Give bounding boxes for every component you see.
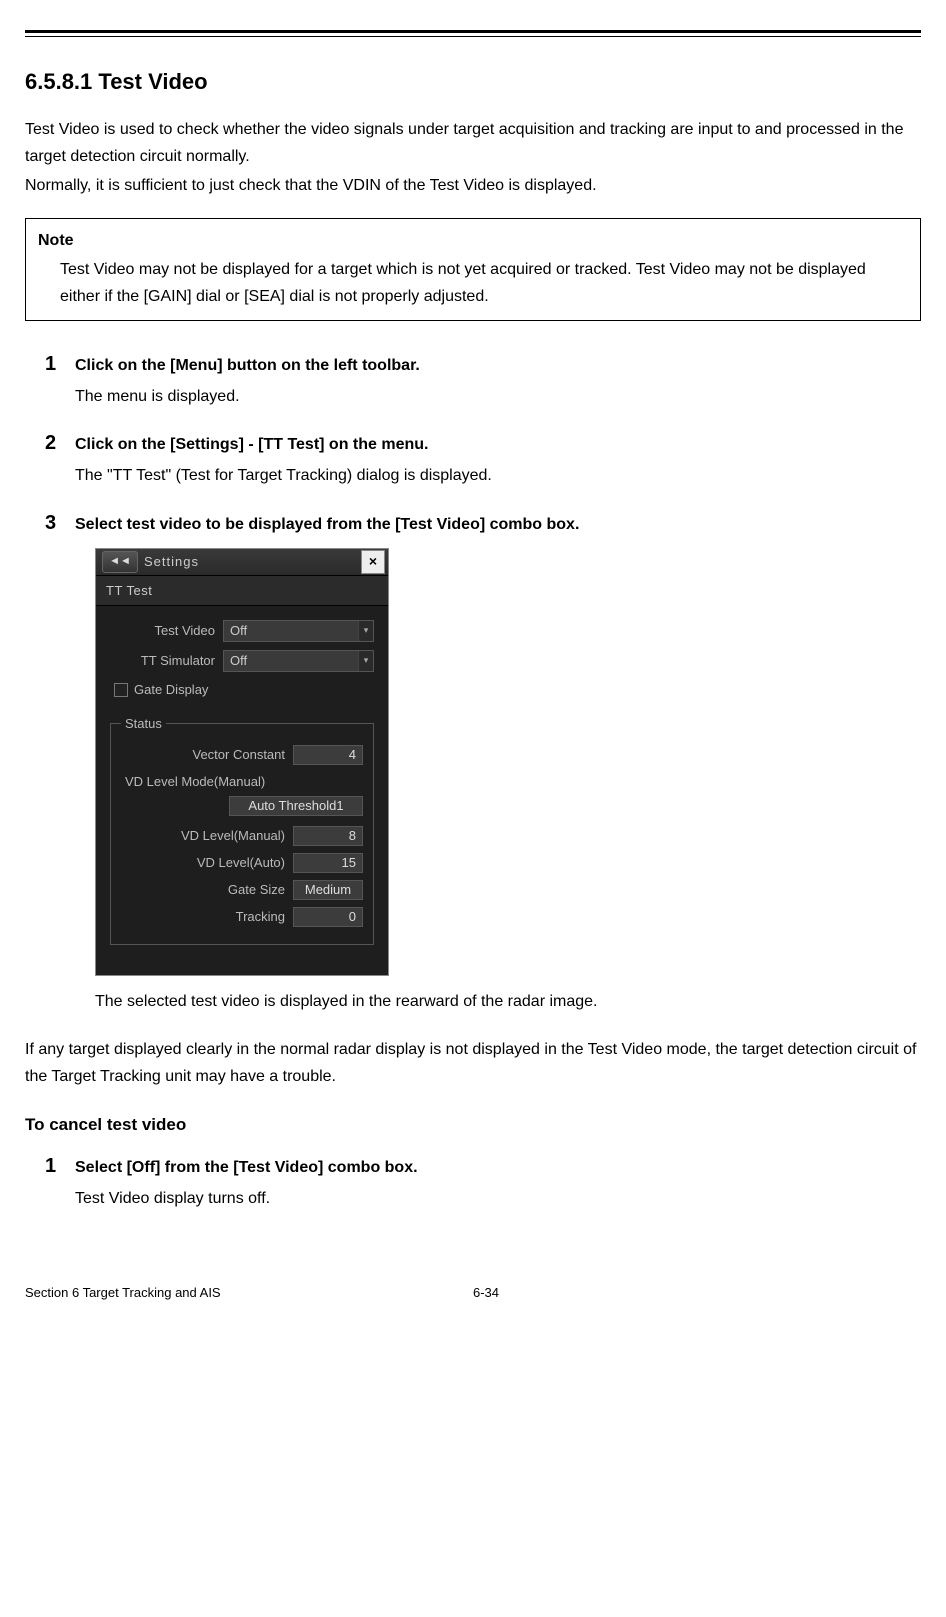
tt-simulator-label: TT Simulator	[110, 651, 223, 671]
gate-display-row: Gate Display	[114, 680, 374, 700]
status-group: Status Vector Constant 4 VD Level Mode(M…	[110, 714, 374, 945]
test-video-value: Off	[230, 621, 247, 641]
test-video-label: Test Video	[110, 621, 223, 641]
vd-level-auto-label: VD Level(Auto)	[121, 853, 293, 873]
vd-level-manual-label: VD Level(Manual)	[121, 826, 293, 846]
vector-constant-value: 4	[293, 745, 363, 765]
vd-level-auto-value: 15	[293, 853, 363, 873]
vd-level-manual-value: 8	[293, 826, 363, 846]
footer-page-number: 6-34	[473, 1283, 499, 1303]
intro-paragraph-2: Normally, it is sufficient to just check…	[25, 172, 921, 199]
vd-level-mode-value: Auto Threshold1	[229, 796, 363, 816]
gate-display-label: Gate Display	[134, 680, 208, 700]
step-title: Click on the [Settings] - [TT Test] on t…	[75, 433, 428, 457]
vector-constant-row: Vector Constant 4	[121, 745, 363, 765]
tt-simulator-row: TT Simulator Off ▾	[110, 650, 374, 672]
dialog-titlebar: ◄◄ Settings ×	[96, 549, 388, 576]
vd-level-manual-row: VD Level(Manual) 8	[121, 826, 363, 846]
step-number: 1	[45, 1151, 75, 1181]
chevron-down-icon: ▾	[358, 651, 373, 671]
step-title: Click on the [Menu] button on the left t…	[75, 354, 420, 378]
dialog-body: Test Video Off ▾ TT Simulator Off ▾	[96, 606, 388, 975]
gate-display-checkbox[interactable]	[114, 683, 128, 697]
step-2: 2 Click on the [Settings] - [TT Test] on…	[45, 428, 921, 489]
note-title: Note	[38, 227, 908, 254]
step-1: 1 Click on the [Menu] button on the left…	[45, 349, 921, 410]
test-video-combo[interactable]: Off ▾	[223, 620, 374, 642]
tracking-value: 0	[293, 907, 363, 927]
step-3-result: The selected test video is displayed in …	[95, 990, 921, 1014]
gate-size-label: Gate Size	[121, 880, 293, 900]
chevron-down-icon: ▾	[358, 621, 373, 641]
procedure-steps: 1 Click on the [Menu] button on the left…	[45, 349, 921, 1013]
step-number: 1	[45, 349, 75, 379]
step-number: 2	[45, 428, 75, 458]
step-title: Select [Off] from the [Test Video] combo…	[75, 1156, 418, 1180]
dialog-subtitle: TT Test	[96, 576, 388, 607]
footer-section: Section 6 Target Tracking and AIS	[25, 1283, 473, 1303]
gate-size-value: Medium	[293, 880, 363, 900]
tt-simulator-combo[interactable]: Off ▾	[223, 650, 374, 672]
cancel-steps: 1 Select [Off] from the [Test Video] com…	[45, 1151, 921, 1212]
section-heading: 6.5.8.1 Test Video	[25, 65, 921, 98]
vector-constant-label: Vector Constant	[121, 745, 293, 765]
intro-paragraph-1: Test Video is used to check whether the …	[25, 116, 921, 170]
page-top-rule	[25, 30, 921, 37]
tracking-row: Tracking 0	[121, 907, 363, 927]
page-footer: Section 6 Target Tracking and AIS 6-34	[25, 1283, 921, 1303]
status-legend: Status	[121, 714, 166, 734]
settings-dialog: ◄◄ Settings × TT Test Test Video Off ▾	[96, 549, 388, 975]
dialog-title: Settings	[144, 552, 361, 572]
trouble-paragraph: If any target displayed clearly in the n…	[25, 1036, 921, 1090]
step-body: The menu is displayed.	[75, 383, 921, 410]
cancel-step-1: 1 Select [Off] from the [Test Video] com…	[45, 1151, 921, 1212]
test-video-row: Test Video Off ▾	[110, 620, 374, 642]
step-body: The "TT Test" (Test for Target Tracking)…	[75, 462, 921, 489]
step-number: 3	[45, 508, 75, 538]
note-body: Test Video may not be displayed for a ta…	[38, 256, 908, 310]
step-body: Test Video display turns off.	[75, 1185, 921, 1212]
back-button[interactable]: ◄◄	[102, 551, 138, 573]
step-title: Select test video to be displayed from t…	[75, 513, 579, 537]
close-icon: ×	[369, 551, 377, 572]
close-button[interactable]: ×	[361, 550, 385, 574]
tt-simulator-value: Off	[230, 651, 247, 671]
back-icon: ◄◄	[109, 553, 131, 570]
intro-block: Test Video is used to check whether the …	[25, 116, 921, 200]
gate-size-row: Gate Size Medium	[121, 880, 363, 900]
tracking-label: Tracking	[121, 907, 293, 927]
tt-test-dialog-screenshot: ◄◄ Settings × TT Test Test Video Off ▾	[95, 548, 389, 976]
note-box: Note Test Video may not be displayed for…	[25, 218, 921, 322]
cancel-heading: To cancel test video	[25, 1112, 921, 1138]
step-3: 3 Select test video to be displayed from…	[45, 508, 921, 1014]
vd-level-mode-label: VD Level Mode(Manual)	[121, 772, 363, 792]
vd-level-auto-row: VD Level(Auto) 15	[121, 853, 363, 873]
